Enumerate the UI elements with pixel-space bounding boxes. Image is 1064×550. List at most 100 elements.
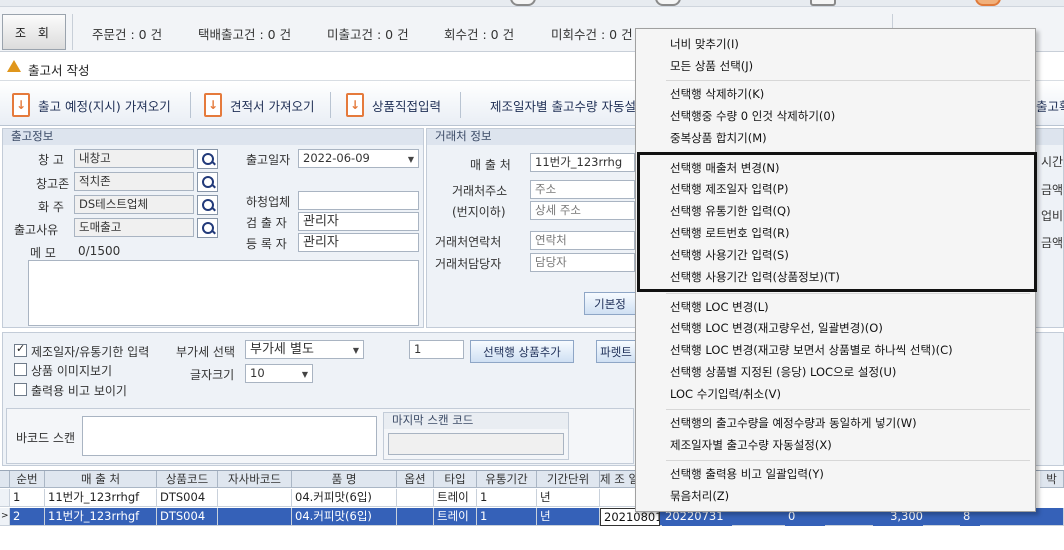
menu-item-delete-selected[interactable]: 선택행 삭제하기(K): [670, 84, 764, 104]
search-button[interactable]: 조 회: [2, 14, 66, 50]
seller-field[interactable]: 11번가_123rrhg: [530, 153, 635, 172]
menu-item-select-all[interactable]: 모든 상품 선택(J): [670, 56, 753, 76]
qty-stepper[interactable]: 1: [409, 340, 464, 359]
owner-field[interactable]: DS테스트업체: [74, 195, 194, 214]
table-cell[interactable]: 트레이: [434, 508, 477, 526]
table-cell[interactable]: 년: [537, 489, 600, 507]
confirm-out-button[interactable]: 출고확: [1036, 90, 1064, 120]
zone-label: 창고존: [36, 177, 70, 191]
owner-label: 화 주: [38, 200, 64, 214]
table-cell[interactable]: 04.커피맛(6입): [292, 508, 397, 526]
warehouse-field[interactable]: 내창고: [74, 149, 194, 168]
menu-item-change-loc-each[interactable]: 선택행 LOC 변경(재고량 보면서 상품별로 하나씩 선택)(C): [670, 340, 953, 360]
menu-separator: [666, 293, 1030, 294]
menu-separator: [666, 80, 1030, 81]
menu-item-merge-duplicates[interactable]: 중복상품 합치기(M): [670, 128, 767, 148]
owner-search-button[interactable]: [197, 195, 218, 215]
address-field[interactable]: 주소: [530, 180, 635, 199]
table-cell[interactable]: 1: [477, 489, 537, 507]
basic-info-button[interactable]: 기본정: [584, 292, 636, 315]
document-download-icon: [346, 93, 364, 117]
table-cell[interactable]: 트레이: [434, 489, 477, 507]
auto-qty-button[interactable]: 제조일자별 출고수량 자동설정: [490, 90, 647, 120]
col-header[interactable]: 타입: [434, 471, 477, 488]
cursor-icon[interactable]: [810, 0, 836, 6]
memo-label: 메 모: [30, 246, 56, 260]
reason-field[interactable]: 도매출고: [74, 218, 194, 237]
inspector-field[interactable]: 관리자: [298, 212, 419, 231]
table-cell[interactable]: 04.커피맛(6입): [292, 489, 397, 507]
table-cell[interactable]: [397, 508, 434, 526]
col-header[interactable]: 순번: [10, 471, 45, 488]
right-label: 시간: [1041, 155, 1064, 169]
table-cell[interactable]: [397, 489, 434, 507]
barcode-label: 바코드 스캔: [16, 431, 76, 445]
menu-item-bundle[interactable]: 묶음처리(Z): [670, 486, 729, 506]
memo-textarea[interactable]: [28, 260, 419, 326]
col-header[interactable]: 품 명: [292, 471, 397, 488]
subcontractor-field[interactable]: [298, 191, 419, 210]
reason-search-button[interactable]: [197, 218, 218, 238]
table-cell[interactable]: [218, 508, 292, 526]
col-header[interactable]: 제 조 일: [600, 471, 636, 488]
col-header[interactable]: 옵션: [397, 471, 434, 488]
table-cell[interactable]: 1: [10, 489, 45, 507]
direct-input-button[interactable]: 상품직접입력: [346, 90, 441, 120]
menu-item-match-planned-qty[interactable]: 선택행의 출고수량을 예정수량과 동일하게 넣기(W): [670, 413, 917, 433]
order-count: 주문건 : 0 건: [92, 27, 163, 42]
menu-item-change-loc[interactable]: 선택행 LOC 변경(L): [670, 297, 769, 317]
col-header[interactable]: 기간단위: [537, 471, 600, 488]
row-header-col: [0, 471, 10, 488]
add-selected-button[interactable]: 선택행 상품추가: [470, 340, 574, 363]
right-label: 업비: [1041, 209, 1064, 223]
register-field[interactable]: 관리자: [298, 233, 419, 252]
table-cell[interactable]: 1: [477, 508, 537, 526]
col-header[interactable]: 상품코드: [157, 471, 218, 488]
table-cell[interactable]: DTS004: [157, 489, 218, 507]
address2-field[interactable]: 상세 주소: [530, 201, 635, 220]
col-header[interactable]: 유통기간: [477, 471, 537, 488]
menu-item-bulk-remark[interactable]: 선택행 출력용 비고 일괄입력(Y): [670, 464, 824, 484]
font-size-label: 글자크기: [190, 368, 235, 382]
memo-count: 0/1500: [78, 244, 121, 258]
table-cell[interactable]: DTS004: [157, 508, 218, 526]
menu-item-set-default-loc[interactable]: 선택행 상품별 지정된 (응당) LOC으로 설정(U): [670, 362, 896, 382]
contact-field[interactable]: 연락처: [530, 231, 635, 250]
register-label: 등 록 자: [246, 237, 287, 251]
warehouse-search-button[interactable]: [197, 149, 218, 169]
table-cell[interactable]: 11번가_123rrhgf: [45, 489, 157, 507]
table-cell[interactable]: [218, 489, 292, 507]
menu-item-loc-manual[interactable]: LOC 수기입력/취소(V): [670, 384, 781, 404]
divider: [330, 92, 331, 118]
menu-item-delete-zero-qty[interactable]: 선택행중 수량 0 인것 삭제하기(0): [670, 106, 835, 126]
image-checkbox[interactable]: [14, 363, 27, 376]
divider: [72, 14, 73, 50]
table-cell[interactable]: [600, 489, 636, 507]
table-cell[interactable]: 2: [10, 508, 45, 526]
vat-select[interactable]: 부가세 별도: [245, 340, 364, 359]
col-header[interactable]: 박: [1040, 471, 1064, 488]
remark-checkbox[interactable]: [14, 383, 27, 396]
barcode-input[interactable]: [82, 416, 377, 456]
not-shipped-count: 미출고건 : 0 건: [327, 27, 409, 42]
col-header[interactable]: 자사바코드: [218, 471, 292, 488]
import-plan-button[interactable]: 출고 예정(지시) 가져오기: [12, 90, 171, 120]
menu-item-auto-qty[interactable]: 제조일자별 출고수량 자동설정(X): [670, 435, 832, 455]
menu-item-change-loc-stock[interactable]: 선택행 LOC 변경(재고량우선, 일괄변경)(O): [670, 318, 883, 338]
user-icon[interactable]: [975, 0, 1001, 6]
zone-field[interactable]: 적치존: [74, 172, 194, 191]
table-cell[interactable]: 11번가_123rrhgf: [45, 508, 157, 526]
font-size-select[interactable]: 10: [245, 364, 313, 383]
clock-icon[interactable]: [510, 0, 536, 6]
remark-label: 출력용 비고 보이기: [31, 384, 127, 398]
table-cell[interactable]: 년: [537, 508, 600, 526]
menu-item-fit-width[interactable]: 너비 맞추기(I): [670, 34, 739, 54]
manager-field[interactable]: 담당자: [530, 253, 635, 272]
search-icon[interactable]: [655, 0, 681, 6]
mfg-date-checkbox[interactable]: [14, 342, 27, 357]
pallet-button[interactable]: 파렛트: [596, 340, 636, 363]
import-quote-button[interactable]: 견적서 가져오기: [204, 90, 314, 120]
zone-search-button[interactable]: [197, 172, 218, 192]
col-header[interactable]: 매 출 처: [45, 471, 157, 488]
date-picker[interactable]: 2022-06-09: [298, 149, 419, 168]
